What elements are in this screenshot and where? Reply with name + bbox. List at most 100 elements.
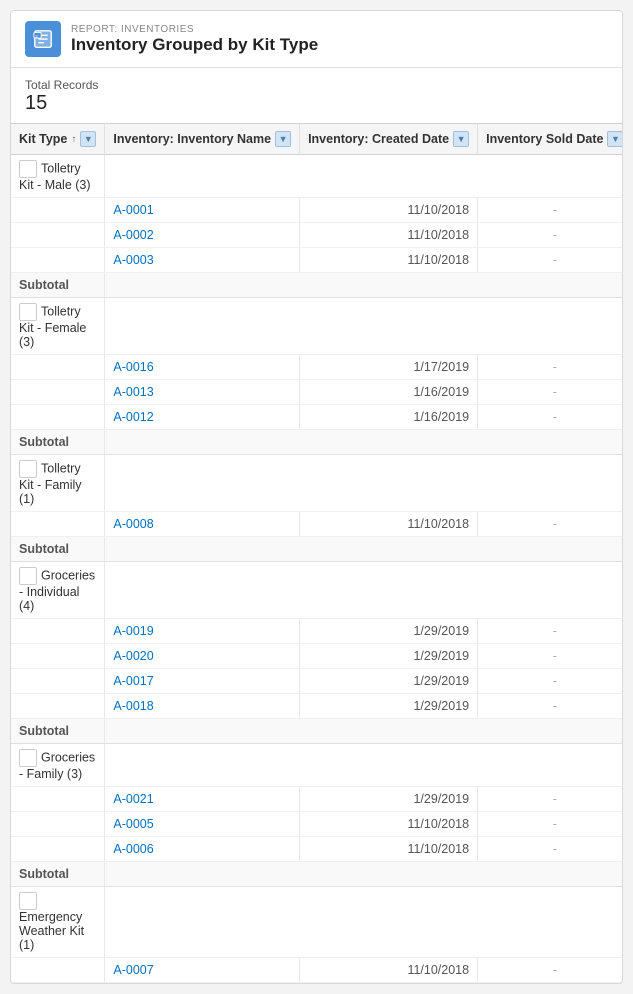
report-subtitle: REPORT: INVENTORIES [71, 24, 318, 35]
table-row: A-000511/10/2018- [11, 812, 622, 837]
sold-date-cell: - [478, 787, 622, 812]
subtotal-label-cell: Subtotal [11, 862, 105, 887]
sold-date-cell: - [478, 355, 622, 380]
created-date-cell: 1/16/2019 [300, 380, 478, 405]
created-date-cell: 11/10/2018 [300, 512, 478, 537]
inv-name-cell[interactable]: A-0013 [105, 380, 300, 405]
total-records-value: 15 [25, 92, 608, 115]
filter-btn-sold-date[interactable]: ▼ [607, 131, 622, 147]
group-checkbox[interactable] [19, 567, 37, 585]
kit-type-cell [11, 669, 105, 694]
inv-name-link[interactable]: A-0001 [113, 203, 153, 217]
col-header-inv-name: Inventory: Inventory Name ▼ [105, 124, 300, 155]
inv-name-link[interactable]: A-0006 [113, 842, 153, 856]
inv-name-link[interactable]: A-0016 [113, 360, 153, 374]
group-checkbox[interactable] [19, 303, 37, 321]
created-date-cell: 11/10/2018 [300, 812, 478, 837]
inv-name-cell[interactable]: A-0020 [105, 644, 300, 669]
sold-date-cell: - [478, 619, 622, 644]
group-checkbox[interactable] [19, 892, 37, 910]
inv-name-link[interactable]: A-0021 [113, 792, 153, 806]
kit-type-cell [11, 512, 105, 537]
report-title: Inventory Grouped by Kit Type [71, 35, 318, 55]
subtotal-empty-cell [105, 719, 622, 744]
kit-type-cell [11, 405, 105, 430]
filter-btn-inv-name[interactable]: ▼ [275, 131, 291, 147]
subtotal-row: Subtotal [11, 719, 622, 744]
inv-name-cell[interactable]: A-0018 [105, 694, 300, 719]
created-date-cell: 11/10/2018 [300, 958, 478, 983]
inv-name-link[interactable]: A-0003 [113, 253, 153, 267]
summary-section: Total Records 15 [11, 68, 622, 123]
subtotal-empty-cell [105, 430, 622, 455]
table-row: A-00121/16/2019- [11, 405, 622, 430]
group-inv-cell [105, 744, 622, 787]
group-checkbox[interactable] [19, 160, 37, 178]
subtotal-row: Subtotal [11, 862, 622, 887]
inv-name-link[interactable]: A-0008 [113, 517, 153, 531]
created-date-cell: 1/16/2019 [300, 405, 478, 430]
group-header-row: Emergency Weather Kit (1) [11, 887, 622, 958]
subtotal-row: Subtotal [11, 430, 622, 455]
header-text-block: REPORT: INVENTORIES Inventory Grouped by… [71, 24, 318, 55]
subtotal-label-cell: Subtotal [11, 719, 105, 744]
table-row: A-0007 11/10/2018- [11, 958, 622, 983]
inv-name-cell[interactable]: A-0005 [105, 812, 300, 837]
group-name-cell: Tolletry Kit - Male (3) [11, 155, 105, 198]
sold-date-cell: - [478, 958, 622, 983]
kit-type-cell [11, 380, 105, 405]
inv-name-cell[interactable]: A-0007 [105, 958, 300, 983]
inv-name-cell[interactable]: A-0016 [105, 355, 300, 380]
filter-btn-kit[interactable]: ▼ [80, 131, 96, 147]
created-date-cell: 1/17/2019 [300, 355, 478, 380]
inv-name-cell[interactable]: A-0021 [105, 787, 300, 812]
inv-name-cell[interactable]: A-0012 [105, 405, 300, 430]
group-header-row: Groceries - Individual (4) [11, 562, 622, 619]
inv-name-cell[interactable]: A-0019 [105, 619, 300, 644]
inv-name-cell[interactable]: A-0008 [105, 512, 300, 537]
inv-name-link[interactable]: A-0002 [113, 228, 153, 242]
report-icon: ≡ [25, 21, 61, 57]
inv-name-cell[interactable]: A-0002 [105, 223, 300, 248]
kit-type-cell [11, 644, 105, 669]
created-date-cell: 11/10/2018 [300, 198, 478, 223]
sold-date-cell: - [478, 644, 622, 669]
inv-name-link[interactable]: A-0019 [113, 624, 153, 638]
inv-name-link[interactable]: A-0005 [113, 817, 153, 831]
inv-name-cell[interactable]: A-0017 [105, 669, 300, 694]
sold-date-cell: - [478, 512, 622, 537]
created-date-cell: 11/10/2018 [300, 837, 478, 862]
group-header-row: Tolletry Kit - Male (3) [11, 155, 622, 198]
inv-name-link[interactable]: A-0017 [113, 674, 153, 688]
report-container: ≡ REPORT: INVENTORIES Inventory Grouped … [10, 10, 623, 984]
group-checkbox[interactable] [19, 460, 37, 478]
created-date-cell: 1/29/2019 [300, 694, 478, 719]
kit-type-cell [11, 355, 105, 380]
inv-name-link[interactable]: A-0013 [113, 385, 153, 399]
col-inv-name-label: Inventory: Inventory Name [113, 132, 271, 146]
table-row: A-000611/10/2018- [11, 837, 622, 862]
inv-name-cell[interactable]: A-0003 [105, 248, 300, 273]
subtotal-label-cell: Subtotal [11, 273, 105, 298]
kit-type-cell [11, 223, 105, 248]
inv-name-link[interactable]: A-0007 [113, 963, 153, 977]
inv-name-link[interactable]: A-0018 [113, 699, 153, 713]
group-name-cell: Groceries - Individual (4) [11, 562, 105, 619]
group-checkbox[interactable] [19, 749, 37, 767]
kit-type-cell [11, 694, 105, 719]
subtotal-label-cell: Subtotal [11, 430, 105, 455]
group-inv-cell [105, 155, 622, 198]
col-header-kit-type: Kit Type ↑ ▼ [11, 124, 105, 155]
group-inv-cell [105, 887, 622, 958]
table-row: A-0016 1/17/2019- [11, 355, 622, 380]
created-date-cell: 1/29/2019 [300, 669, 478, 694]
table-row: A-00211/29/2019- [11, 787, 622, 812]
inv-name-cell[interactable]: A-0001 [105, 198, 300, 223]
inv-name-cell[interactable]: A-0006 [105, 837, 300, 862]
table-header-row: Kit Type ↑ ▼ Inventory: Inventory Name ▼ [11, 124, 622, 155]
kit-type-cell [11, 248, 105, 273]
inv-name-link[interactable]: A-0012 [113, 410, 153, 424]
group-header-row: Tolletry Kit - Female (3) [11, 298, 622, 355]
inv-name-link[interactable]: A-0020 [113, 649, 153, 663]
filter-btn-created-date[interactable]: ▼ [453, 131, 469, 147]
